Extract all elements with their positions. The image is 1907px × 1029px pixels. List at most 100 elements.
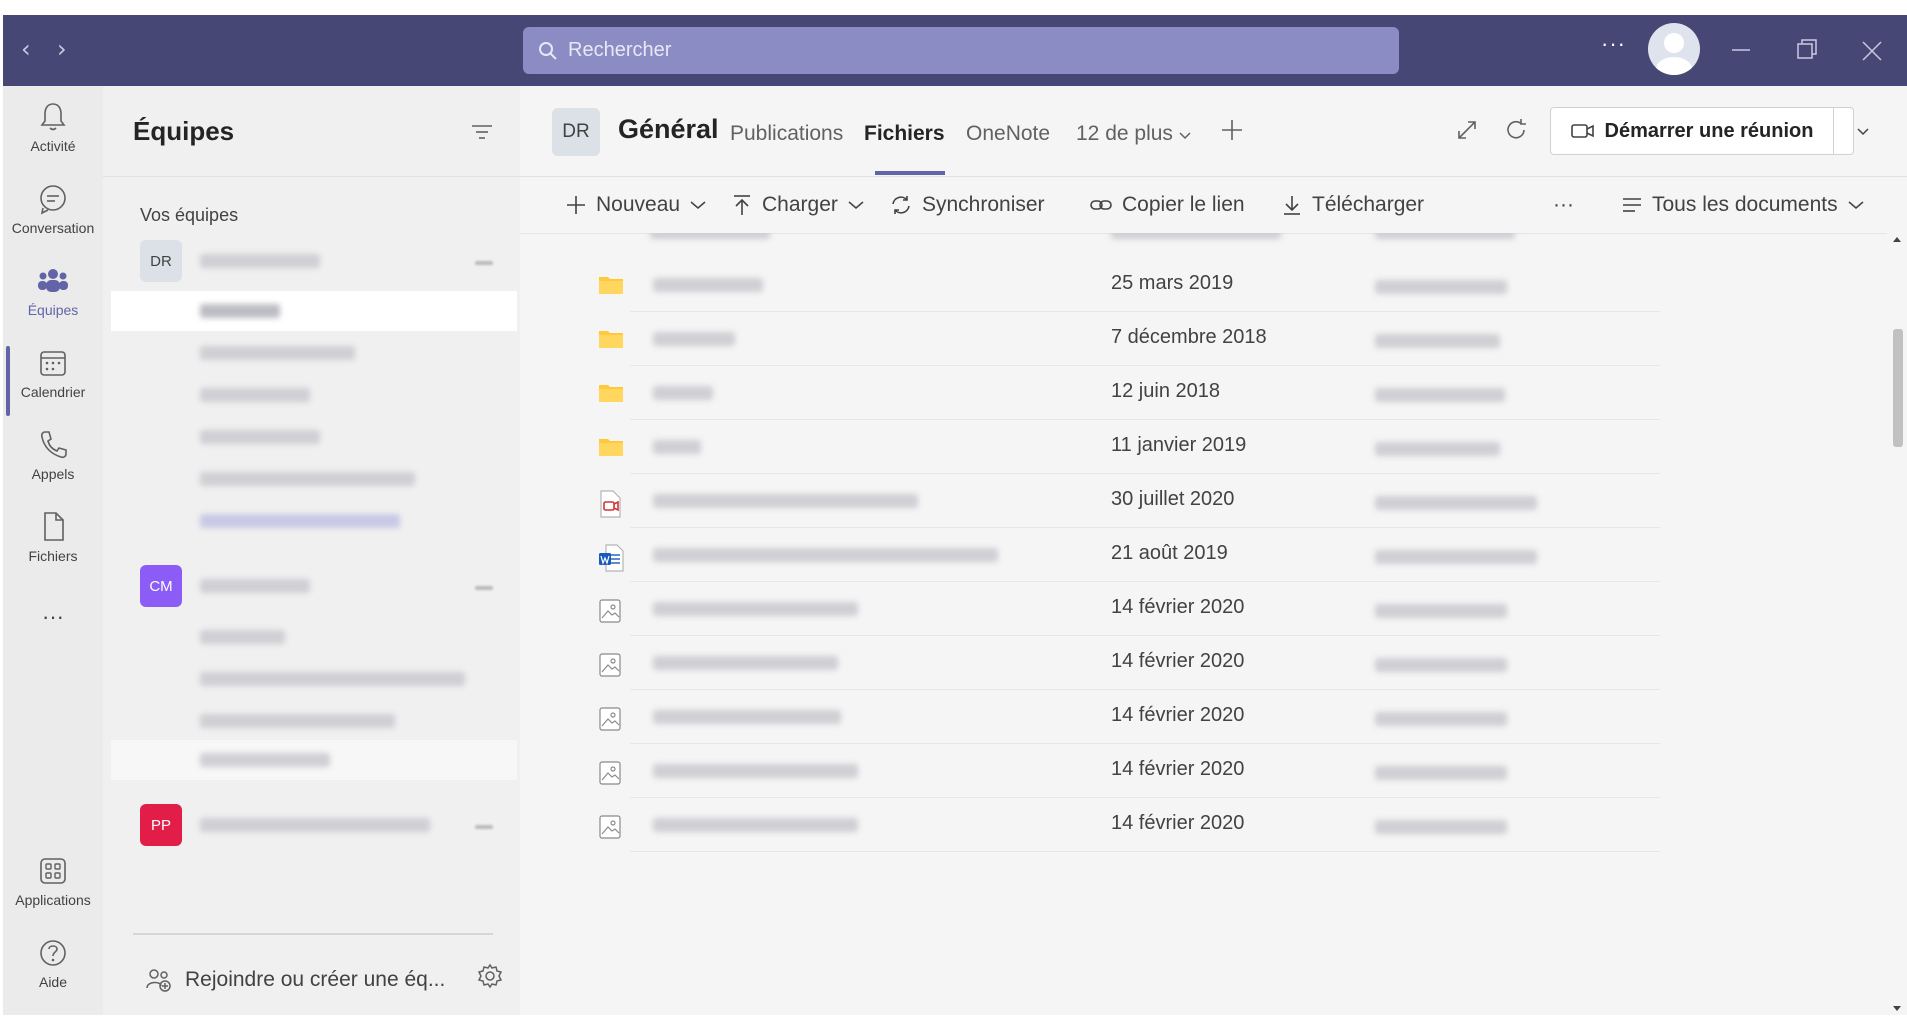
channel-name-redacted[interactable] bbox=[200, 714, 395, 728]
avatar[interactable] bbox=[1648, 23, 1700, 75]
search-input[interactable]: Rechercher bbox=[523, 27, 1399, 74]
file-name-redacted[interactable] bbox=[653, 440, 701, 454]
team-avatar[interactable]: CM bbox=[140, 565, 182, 607]
file-name-redacted[interactable] bbox=[653, 332, 735, 346]
tab-more[interactable]: 12 de plus bbox=[1076, 122, 1191, 146]
filter-icon[interactable] bbox=[471, 122, 493, 142]
file-name-redacted[interactable] bbox=[653, 494, 918, 508]
restore-icon[interactable] bbox=[1796, 33, 1818, 67]
file-name-redacted[interactable] bbox=[653, 656, 838, 670]
scrollbar[interactable] bbox=[1887, 233, 1907, 1015]
table-row[interactable]: 30 juillet 2020 bbox=[520, 474, 1887, 528]
channel-name-redacted[interactable] bbox=[200, 430, 320, 444]
team-name-redacted[interactable] bbox=[200, 818, 430, 832]
rail-item-fichiers[interactable]: Fichiers bbox=[3, 510, 103, 564]
table-row[interactable]: 14 février 2020 bbox=[520, 582, 1887, 636]
rail-item-equipes[interactable]: Équipes bbox=[3, 264, 103, 318]
chevron-down-icon bbox=[848, 201, 864, 209]
file-name-redacted[interactable] bbox=[653, 764, 858, 778]
table-row[interactable]: 25 mars 2019 bbox=[520, 258, 1887, 312]
add-tab-icon[interactable] bbox=[1220, 118, 1244, 142]
minimize-icon[interactable] bbox=[1731, 33, 1751, 67]
channel-name-redacted[interactable] bbox=[200, 388, 310, 402]
modified-by-redacted bbox=[1375, 496, 1537, 510]
table-row[interactable]: 14 février 2020 bbox=[520, 798, 1887, 852]
divider bbox=[133, 933, 493, 935]
close-icon[interactable] bbox=[1861, 33, 1883, 67]
rail-item-applications[interactable]: Applications bbox=[3, 854, 103, 908]
more-actions-icon[interactable]: ··· bbox=[1553, 177, 1574, 233]
modified-date: 11 janvier 2019 bbox=[1111, 434, 1247, 456]
more-options-icon[interactable]: ··· bbox=[1601, 31, 1626, 57]
team-more-icon[interactable] bbox=[475, 586, 493, 590]
rail-item-calendrier[interactable]: Calendrier bbox=[3, 346, 103, 400]
download-icon bbox=[1284, 196, 1300, 215]
scroll-down-icon[interactable] bbox=[1892, 1005, 1902, 1013]
author-redacted bbox=[1375, 233, 1515, 239]
image-file-icon bbox=[598, 652, 622, 683]
tab-fichiers[interactable]: Fichiers bbox=[864, 122, 945, 146]
scrollbar-thumb[interactable] bbox=[1893, 329, 1903, 447]
copy-link-button[interactable]: Copier le lien bbox=[1090, 177, 1245, 233]
rail-label: Activité bbox=[30, 138, 76, 154]
channel-avatar: DR bbox=[552, 108, 600, 156]
team-more-icon[interactable] bbox=[475, 261, 493, 265]
tab-onenote[interactable]: OneNote bbox=[966, 122, 1050, 146]
join-create-team-button[interactable]: Rejoindre ou créer une éq... bbox=[145, 966, 445, 994]
folder-icon bbox=[598, 328, 624, 355]
channel-item-selected[interactable] bbox=[111, 291, 517, 331]
table-row[interactable]: 12 juin 2018 bbox=[520, 366, 1887, 420]
file-name-redacted[interactable] bbox=[653, 386, 713, 400]
channel-name-redacted[interactable] bbox=[200, 514, 400, 528]
row-divider bbox=[630, 851, 1660, 852]
rail-item-appels[interactable]: Appels bbox=[3, 428, 103, 482]
table-row[interactable]: 7 décembre 2018 bbox=[520, 312, 1887, 366]
gear-icon[interactable] bbox=[476, 962, 504, 990]
more-apps-icon[interactable]: ··· bbox=[3, 604, 103, 630]
table-row[interactable]: 14 février 2020 bbox=[520, 690, 1887, 744]
start-meeting-button[interactable]: Démarrer une réunion bbox=[1550, 107, 1869, 155]
upload-button[interactable]: Charger bbox=[732, 177, 864, 233]
channel-name-redacted[interactable] bbox=[200, 672, 465, 686]
start-meeting-main[interactable]: Démarrer une réunion bbox=[1551, 108, 1834, 154]
chevron-down-icon bbox=[690, 201, 706, 209]
table-row[interactable]: 14 février 2020 bbox=[520, 744, 1887, 798]
modified-by-redacted bbox=[1375, 766, 1507, 780]
file-name-redacted[interactable] bbox=[653, 278, 763, 292]
file-name-redacted[interactable] bbox=[653, 548, 998, 562]
team-name-redacted[interactable] bbox=[200, 254, 320, 268]
table-row[interactable]: 21 août 2019 bbox=[520, 528, 1887, 582]
search-icon bbox=[539, 41, 557, 60]
meeting-options-dropdown[interactable] bbox=[1834, 108, 1892, 154]
team-avatar[interactable]: PP bbox=[140, 804, 182, 846]
table-row[interactable]: 11 janvier 2019 bbox=[520, 420, 1887, 474]
sync-button[interactable]: Synchroniser bbox=[890, 177, 1045, 233]
team-avatar[interactable]: DR bbox=[140, 240, 182, 282]
file-name-redacted[interactable] bbox=[650, 233, 770, 239]
file-name-redacted[interactable] bbox=[653, 710, 841, 724]
rail-item-activite[interactable]: Activité bbox=[3, 100, 103, 154]
table-row[interactable]: 14 février 2020 bbox=[520, 636, 1887, 690]
download-button[interactable]: Télécharger bbox=[1282, 177, 1424, 233]
team-name-redacted[interactable] bbox=[200, 579, 310, 593]
scroll-up-icon[interactable] bbox=[1892, 235, 1902, 243]
channel-name-redacted[interactable] bbox=[200, 346, 355, 360]
tab-publications[interactable]: Publications bbox=[730, 122, 843, 146]
folder-icon bbox=[598, 436, 624, 463]
refresh-icon[interactable] bbox=[1503, 117, 1529, 143]
new-button[interactable]: Nouveau bbox=[566, 177, 706, 233]
team-more-icon[interactable] bbox=[475, 825, 493, 829]
rail-item-aide[interactable]: Aide bbox=[3, 936, 103, 990]
divider bbox=[103, 176, 520, 177]
back-arrow-icon[interactable]: ‹ bbox=[21, 37, 31, 61]
view-selector[interactable]: Tous les documents bbox=[1622, 177, 1864, 233]
rail-item-conversation[interactable]: Conversation bbox=[3, 182, 103, 236]
channel-name-redacted[interactable] bbox=[200, 472, 415, 486]
channel-name-redacted[interactable] bbox=[200, 753, 330, 767]
file-name-redacted[interactable] bbox=[653, 818, 858, 832]
file-name-redacted[interactable] bbox=[653, 602, 858, 616]
forward-arrow-icon[interactable]: › bbox=[57, 37, 67, 61]
expand-icon[interactable] bbox=[1455, 118, 1479, 142]
channel-name-redacted[interactable] bbox=[200, 630, 285, 644]
channel-name-redacted[interactable] bbox=[200, 304, 280, 318]
